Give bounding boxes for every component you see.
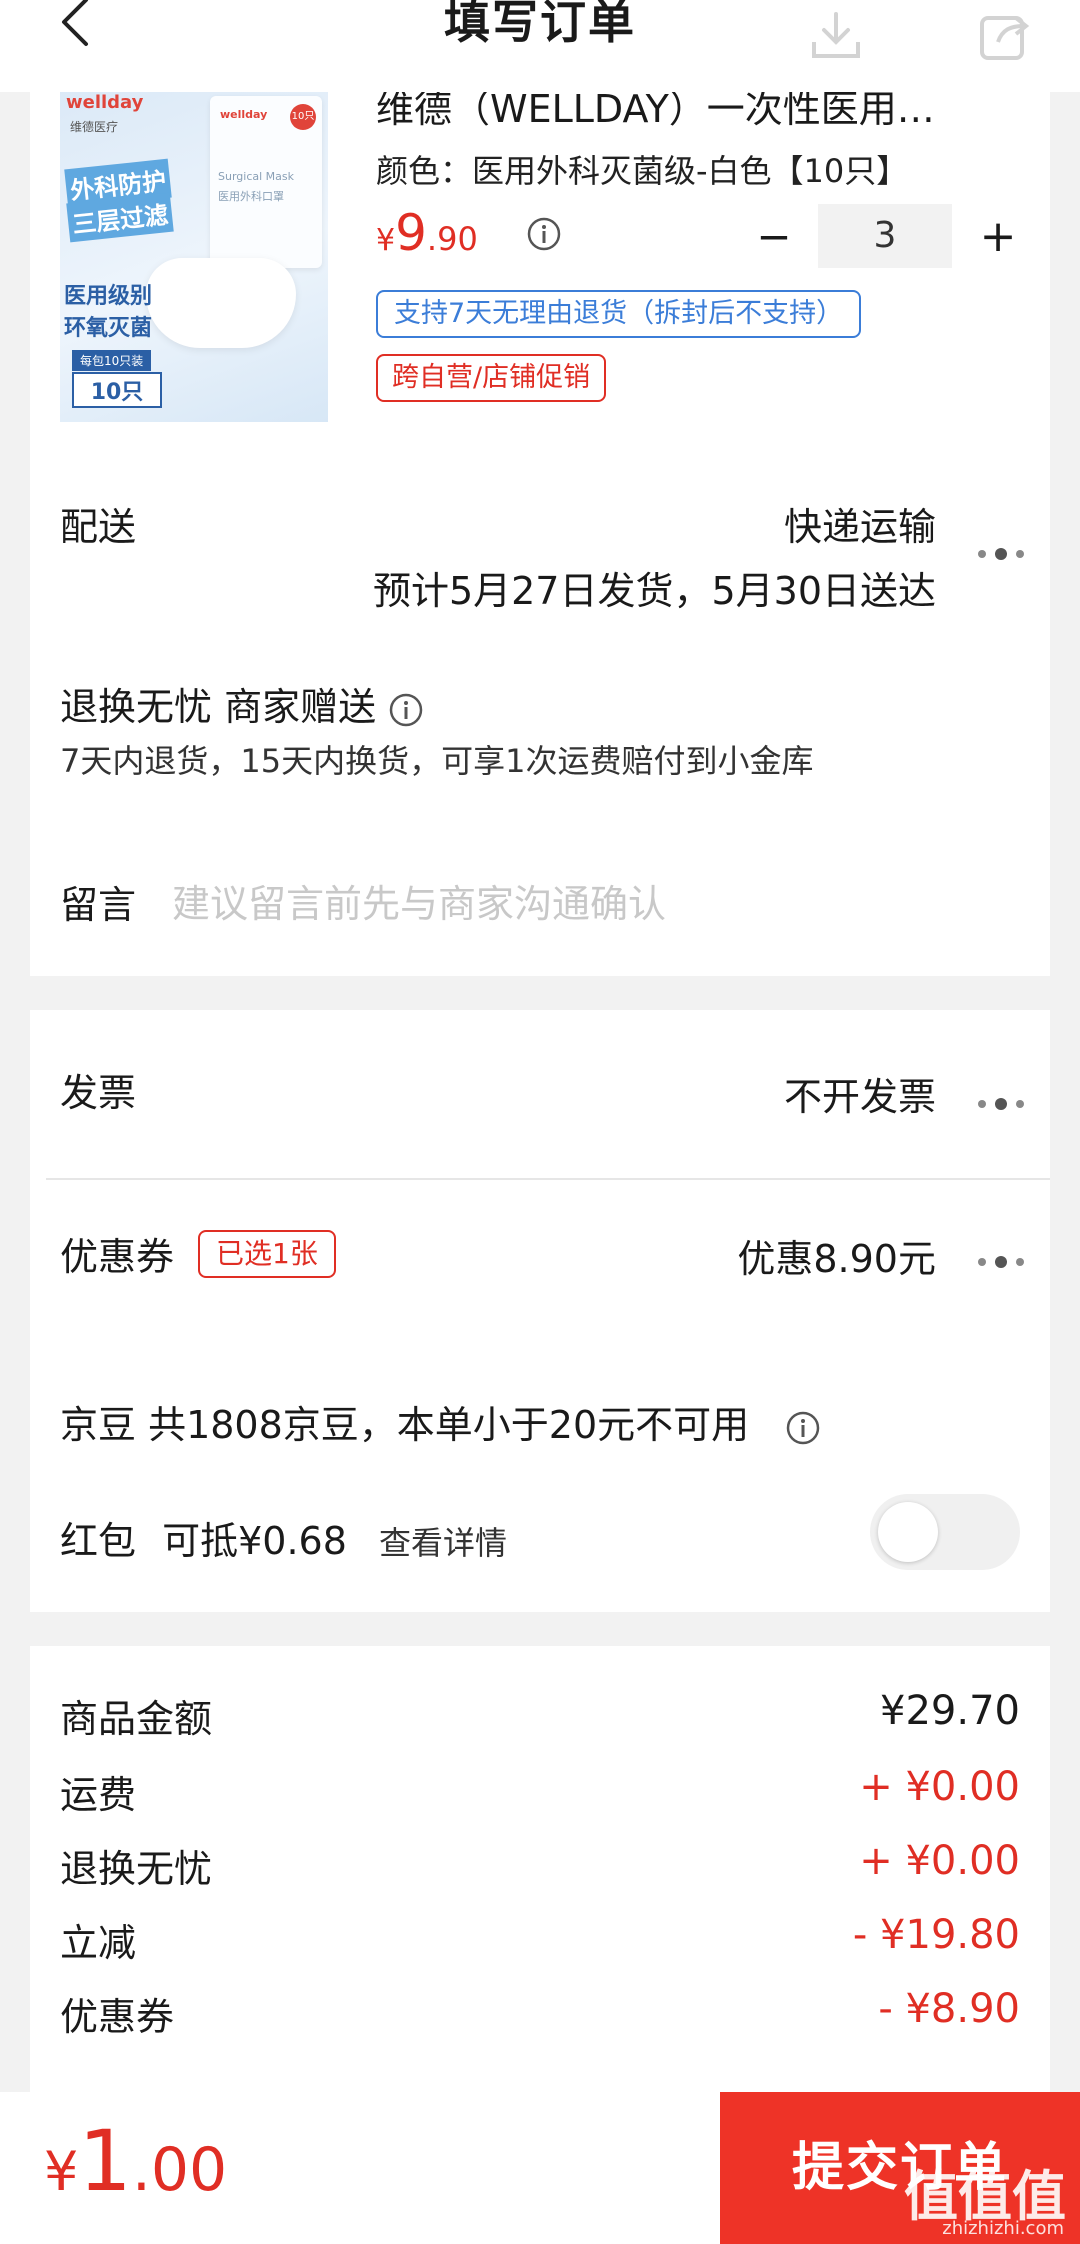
summary-label-goods: 商品金额 xyxy=(60,1697,213,1741)
summary-value-discount: - ¥19.80 xyxy=(852,1912,1020,1958)
product-image[interactable]: wellday 维德医疗 wellday 10只 Surgical Mask 医… xyxy=(60,88,328,422)
image-count: 10只 xyxy=(72,372,162,408)
order-info-card: wellday 维德医疗 wellday 10只 Surgical Mask 医… xyxy=(30,87,1050,976)
worry-free-description: 7天内退货，15天内换货，可享1次运费赔付到小金库 xyxy=(60,742,814,780)
page-title: 填写订单 xyxy=(444,0,636,49)
redpacket-row: 红包 可抵¥0.68 查看详情 xyxy=(60,1510,507,1565)
invoice-value[interactable]: 不开发票 xyxy=(784,1066,936,1121)
image-text-4: 环氧灭菌 xyxy=(64,316,153,341)
jingdou-text: 京豆 共1808京豆，本单小于20元不可用 xyxy=(60,1403,750,1447)
invoice-more-icon[interactable] xyxy=(974,1094,1028,1114)
redpacket-detail-link[interactable]: 查看详情 xyxy=(379,1524,507,1562)
delivery-more-icon[interactable] xyxy=(974,544,1028,564)
summary-value-worry-free: + ¥0.00 xyxy=(859,1838,1020,1884)
total-symbol: ¥ xyxy=(44,2140,79,2203)
product-image-box: wellday 10只 Surgical Mask 医用外科口罩 xyxy=(210,96,322,268)
invoice-label: 发票 xyxy=(60,1071,137,1115)
coupon-selected-badge: 已选1张 xyxy=(198,1230,336,1278)
quantity-increase-button[interactable]: + xyxy=(976,212,1020,262)
product-spec[interactable]: 颜色：医用外科灭菌级-白色【10只】 xyxy=(376,146,908,192)
price-info-icon[interactable] xyxy=(526,216,562,252)
price-decimal: .90 xyxy=(426,220,478,258)
box-english: Surgical Mask xyxy=(218,170,294,183)
product-image-brand-cn: 维德医疗 xyxy=(70,120,119,134)
share-icon[interactable] xyxy=(976,8,1032,64)
redpacket-label: 红包 xyxy=(60,1519,137,1563)
mask-illustration xyxy=(146,258,296,348)
worry-free-title: 退换无忧 商家赠送 xyxy=(60,685,377,729)
delivery-estimate[interactable]: 预计5月27日发货，5月30日送达 xyxy=(373,560,936,615)
coupon-value[interactable]: 优惠8.90元 xyxy=(737,1228,936,1283)
total-integer: 1 xyxy=(78,2112,132,2210)
price-symbol: ¥ xyxy=(376,223,396,258)
delivery-label: 配送 xyxy=(60,505,137,549)
quantity-value[interactable]: 3 xyxy=(818,204,952,268)
redpacket-toggle[interactable] xyxy=(870,1494,1020,1570)
delivery-method[interactable]: 快递运输 xyxy=(784,496,936,551)
promotion-tag: 跨自营/店铺促销 xyxy=(376,354,607,402)
summary-label-discount: 立减 xyxy=(60,1921,137,1965)
price-integer: 9 xyxy=(395,204,427,262)
message-label: 留言 xyxy=(60,883,137,927)
image-pack-note: 每包10只装 xyxy=(72,350,152,371)
summary-label-coupon: 优惠券 xyxy=(60,1995,175,2039)
coupon-label: 优惠券 xyxy=(60,1235,175,1279)
quantity-decrease-button[interactable]: − xyxy=(754,212,794,262)
checkout-bar: ¥1.00 提交订单 值值值 zhizhizhi.com xyxy=(0,2092,1080,2244)
image-text-3: 医用级别 xyxy=(64,284,153,309)
total-decimal: .00 xyxy=(131,2135,228,2205)
box-brand: wellday xyxy=(220,108,268,121)
price-summary-card: 商品金额 ¥29.70 运费 + ¥0.00 退换无忧 + ¥0.00 立减 -… xyxy=(30,1646,1050,2092)
jingdou-info-icon[interactable] xyxy=(785,1410,821,1446)
product-image-brand: wellday xyxy=(66,92,144,113)
summary-value-coupon: - ¥8.90 xyxy=(878,1986,1020,2032)
total-price: ¥1.00 xyxy=(44,2112,227,2210)
coupon-more-icon[interactable] xyxy=(974,1252,1028,1272)
watermark-url: zhizhizhi.com xyxy=(942,2218,1064,2239)
summary-label-worry-free: 退换无忧 xyxy=(60,1847,213,1891)
product-price: ¥9.90 xyxy=(376,204,478,262)
jingdou-row: 京豆 共1808京豆，本单小于20元不可用 xyxy=(60,1394,821,1449)
summary-value-shipping: + ¥0.00 xyxy=(859,1764,1020,1810)
worry-free-info-icon[interactable] xyxy=(388,692,424,728)
section-divider xyxy=(46,1178,1050,1180)
order-page: 填写订单 wellday 维德医疗 wellday 10只 Surgical M… xyxy=(0,0,1080,2244)
discount-card: 发票 不开发票 优惠券 已选1张 优惠8.90元 京豆 共1808京豆，本单小于… xyxy=(30,1010,1050,1612)
return-policy-tag: 支持7天无理由退货（拆封后不支持） xyxy=(376,290,862,338)
top-nav-bar: 填写订单 xyxy=(0,0,1080,92)
box-count-badge: 10只 xyxy=(290,104,316,130)
summary-value-goods: ¥29.70 xyxy=(880,1688,1020,1734)
box-chinese: 医用外科口罩 xyxy=(218,190,284,203)
worry-free-title-row[interactable]: 退换无忧 商家赠送 xyxy=(60,676,424,731)
toggle-knob xyxy=(878,1502,938,1562)
message-input[interactable] xyxy=(172,874,1022,934)
summary-label-shipping: 运费 xyxy=(60,1773,137,1817)
redpacket-amount: 可抵¥0.68 xyxy=(162,1519,347,1563)
download-icon[interactable] xyxy=(808,8,864,64)
